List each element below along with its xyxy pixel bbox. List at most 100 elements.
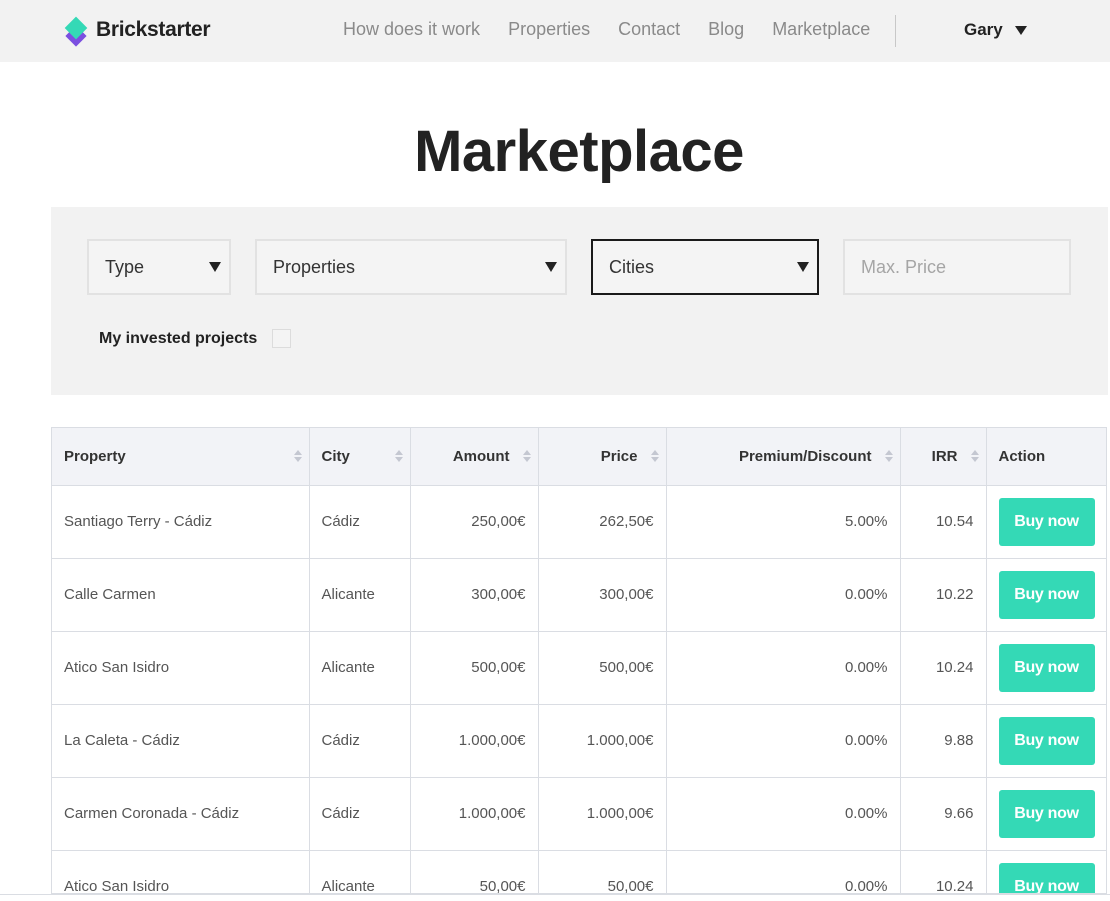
cell-price: 500,00€ [538, 631, 667, 705]
cell-city: Alicante [309, 850, 411, 893]
column-header-label: IRR [931, 447, 958, 465]
buy-now-button[interactable]: Buy now [998, 570, 1095, 619]
cell-property: La Caleta - Cádiz [52, 704, 310, 778]
max-price-input[interactable] [843, 239, 1071, 295]
cities-select[interactable]: Cities [591, 239, 819, 295]
user-name: Gary [964, 20, 1003, 39]
cell-city: Cádiz [309, 485, 411, 559]
table-row: Calle Carmen Alicante 300,00€ 300,00€ 0.… [52, 558, 1106, 632]
cell-property: Calle Carmen [52, 558, 310, 632]
buy-now-button[interactable]: Buy now [998, 497, 1095, 546]
caret-down-icon [209, 262, 221, 272]
nav-contact[interactable]: Contact [618, 19, 680, 40]
user-menu[interactable]: Gary [964, 20, 1027, 40]
brand-name: Brickstarter [96, 18, 211, 41]
cell-amount: 300,00€ [410, 558, 539, 632]
column-header-irr[interactable]: IRR [900, 428, 987, 486]
column-header-amount[interactable]: Amount [410, 428, 539, 486]
caret-down-icon [545, 262, 557, 272]
cell-action: Buy now [986, 631, 1106, 705]
table-row: Santiago Terry - Cádiz Cádiz 250,00€ 262… [52, 485, 1106, 559]
sort-icon[interactable] [650, 450, 659, 463]
cell-property: Atico San Isidro [52, 850, 310, 893]
cell-city: Cádiz [309, 777, 411, 851]
page-title: Marketplace [414, 119, 744, 184]
column-header-price[interactable]: Price [538, 428, 667, 486]
cell-irr: 9.66 [900, 777, 987, 851]
type-select-label: Type [105, 256, 145, 277]
caret-down-icon [1014, 25, 1027, 35]
cell-premium: 5.00% [666, 485, 901, 559]
nav-blog[interactable]: Blog [708, 19, 744, 40]
invested-filter: My invested projects [99, 329, 292, 348]
marketplace-table: Property City Amount Price Premium/Disco… [51, 427, 1107, 894]
cell-premium: 0.00% [666, 777, 901, 851]
nav-divider [895, 15, 896, 47]
cell-amount: 50,00€ [410, 850, 539, 893]
column-header-label: City [321, 447, 350, 465]
cell-amount: 1.000,00€ [410, 777, 539, 851]
sort-icon[interactable] [394, 450, 403, 463]
column-header-premium[interactable]: Premium/Discount [666, 428, 901, 486]
table-row: Atico San Isidro Alicante 500,00€ 500,00… [52, 631, 1106, 705]
sort-icon[interactable] [884, 450, 893, 463]
table-header-row: Property City Amount Price Premium/Disco… [52, 428, 1106, 486]
cell-price: 300,00€ [538, 558, 667, 632]
cell-city: Cádiz [309, 704, 411, 778]
table-row: Carmen Coronada - Cádiz Cádiz 1.000,00€ … [52, 777, 1106, 851]
cell-property: Santiago Terry - Cádiz [52, 485, 310, 559]
buy-now-button[interactable]: Buy now [998, 643, 1095, 692]
column-header-label: Amount [452, 447, 510, 465]
cell-price: 1.000,00€ [538, 704, 667, 778]
cell-irr: 10.24 [900, 850, 987, 893]
viewport-bottom-divider [0, 894, 1110, 895]
buy-now-button[interactable]: Buy now [998, 716, 1095, 765]
cell-action: Buy now [986, 485, 1106, 559]
type-select[interactable]: Type [87, 239, 231, 295]
cell-property: Carmen Coronada - Cádiz [52, 777, 310, 851]
column-header-property[interactable]: Property [52, 428, 310, 486]
cell-action: Buy now [986, 558, 1106, 632]
column-header-label: Action [998, 447, 1046, 465]
sort-icon[interactable] [522, 450, 531, 463]
table-row: Atico San Isidro Alicante 50,00€ 50,00€ … [52, 850, 1106, 893]
cell-irr: 10.22 [900, 558, 987, 632]
brand-logo[interactable]: Brickstarter [62, 16, 211, 47]
nav-properties[interactable]: Properties [508, 19, 590, 40]
cell-premium: 0.00% [666, 631, 901, 705]
cell-irr: 9.88 [900, 704, 987, 778]
column-header-city[interactable]: City [309, 428, 411, 486]
invested-checkbox[interactable] [272, 329, 292, 348]
properties-select[interactable]: Properties [255, 239, 567, 295]
nav-how-it-works[interactable]: How does it work [343, 19, 480, 40]
sort-icon[interactable] [293, 450, 302, 463]
buy-now-button[interactable]: Buy now [998, 789, 1095, 838]
caret-down-icon [797, 262, 809, 272]
top-header: Brickstarter How does it work Properties… [0, 0, 1110, 62]
table-row: La Caleta - Cádiz Cádiz 1.000,00€ 1.000,… [52, 704, 1106, 778]
buy-now-button[interactable]: Buy now [998, 862, 1095, 893]
cell-premium: 0.00% [666, 850, 901, 893]
nav-marketplace[interactable]: Marketplace [772, 19, 870, 40]
cell-action: Buy now [986, 704, 1106, 778]
column-header-action: Action [986, 428, 1106, 486]
cell-amount: 500,00€ [410, 631, 539, 705]
cell-city: Alicante [309, 558, 411, 632]
cell-action: Buy now [986, 777, 1106, 851]
column-header-label: Premium/Discount [738, 447, 872, 465]
cell-irr: 10.54 [900, 485, 987, 559]
cell-premium: 0.00% [666, 558, 901, 632]
cities-select-label: Cities [609, 256, 655, 277]
column-header-label: Price [600, 447, 638, 465]
cell-premium: 0.00% [666, 704, 901, 778]
cell-amount: 1.000,00€ [410, 704, 539, 778]
sort-icon[interactable] [970, 450, 979, 463]
filter-panel: Type Properties Cities My invested proje… [51, 207, 1108, 395]
cell-property: Atico San Isidro [52, 631, 310, 705]
cell-price: 1.000,00€ [538, 777, 667, 851]
cell-price: 50,00€ [538, 850, 667, 893]
cell-city: Alicante [309, 631, 411, 705]
cell-amount: 250,00€ [410, 485, 539, 559]
main-nav: How does it work Properties Contact Blog… [343, 19, 898, 40]
invested-label: My invested projects [99, 329, 258, 347]
